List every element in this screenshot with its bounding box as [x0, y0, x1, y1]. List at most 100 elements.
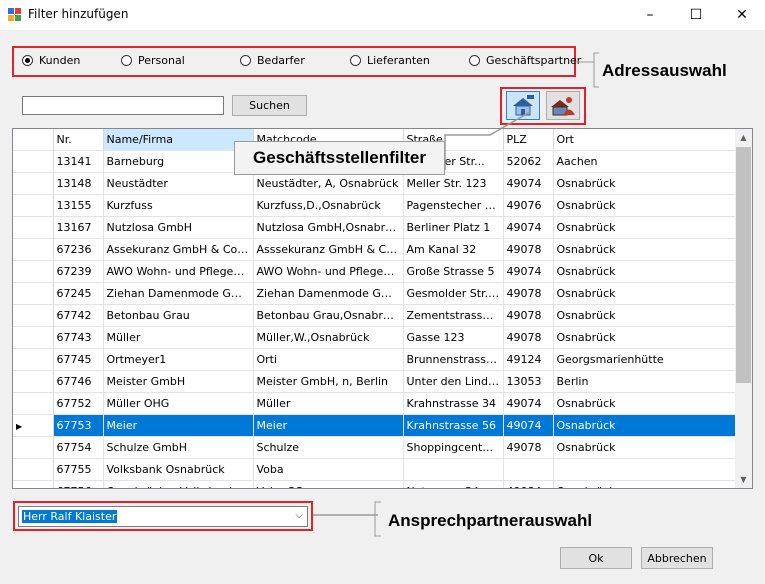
- cell-nr[interactable]: 67756: [53, 480, 104, 488]
- cell-nr[interactable]: 67239: [53, 260, 104, 283]
- row-header[interactable]: [13, 392, 54, 415]
- cell-strasse[interactable]: Natruper...34: [403, 480, 504, 488]
- cell-ort[interactable]: Osnabrück: [553, 282, 738, 305]
- table-row[interactable]: 13148 Neustädter Neustädter, A, Osnabrück M…: [13, 172, 738, 195]
- radio-dot[interactable]: [240, 55, 251, 66]
- radio-dot[interactable]: [469, 55, 480, 66]
- cell-matchcode[interactable]: Müller: [253, 392, 404, 415]
- cell-plz[interactable]: 49076: [503, 194, 554, 217]
- cell-strasse[interactable]: Gasse 123: [403, 326, 504, 349]
- cell-ort[interactable]: Osnabrück: [553, 194, 738, 217]
- table-row[interactable]: 67743 Müller Müller,W.,Osnabrück Gasse 123 4…: [13, 326, 738, 349]
- cell-ort[interactable]: Osnabrück: [553, 436, 738, 459]
- cell-strasse[interactable]: Unter den Linden 2: [403, 370, 504, 393]
- vertical-scrollbar[interactable]: ▲ ▼: [735, 129, 752, 488]
- cell-ort[interactable]: Osnabrück: [553, 216, 738, 239]
- table-row[interactable]: 67245Ziehan Damenmode GmbH ...Ziehan Dam…: [13, 282, 738, 305]
- maximize-button[interactable]: ☐: [673, 0, 719, 30]
- cell-ort[interactable]: Osnabrück: [553, 238, 738, 261]
- cell-name[interactable]: Müller: [103, 326, 254, 349]
- table-row[interactable]: 67745 Ortmeyer1 Orti Brunnenstrasse 1 49124 G…: [13, 348, 738, 371]
- cell-matchcode[interactable]: Meister GmbH, n, Berlin: [253, 370, 404, 393]
- cell-name[interactable]: Ortmeyer1: [103, 348, 254, 371]
- row-header[interactable]: [13, 216, 54, 239]
- cell-name[interactable]: Volksbank Osnabrück: [103, 458, 254, 481]
- table-row[interactable]: 13155 Kurzfuss Kurzfuss,D.,Osnabrück Pagens…: [13, 194, 738, 217]
- cell-plz[interactable]: 49074: [503, 414, 554, 437]
- minimize-button[interactable]: –: [627, 0, 673, 30]
- cell-nr[interactable]: 67746: [53, 370, 104, 393]
- cell-matchcode[interactable]: Neustädter, A, Osnabrück: [253, 172, 404, 195]
- cell-matchcode[interactable]: Nutzlosa GmbH,Osnabrück: [253, 216, 404, 239]
- cell-ort[interactable]: [553, 458, 738, 481]
- row-header[interactable]: [13, 370, 54, 393]
- cell-plz[interactable]: 49074: [503, 216, 554, 239]
- cell-strasse[interactable]: Am Kanal 32: [403, 238, 504, 261]
- row-header[interactable]: [13, 326, 54, 349]
- cell-matchcode[interactable]: Betonbau Grau,Osnabrück: [253, 304, 404, 327]
- cell-ort[interactable]: Osnabrück: [553, 304, 738, 327]
- scroll-down-arrow-icon[interactable]: ▼: [735, 471, 752, 488]
- cell-name[interactable]: Barneburg: [103, 150, 254, 173]
- row-header[interactable]: [13, 172, 54, 195]
- cell-nr[interactable]: 67754: [53, 436, 104, 459]
- cell-strasse[interactable]: Shoppingcenter ...: [403, 436, 504, 459]
- cell-nr[interactable]: 13167: [53, 216, 104, 239]
- cell-matchcode[interactable]: Schulze: [253, 436, 404, 459]
- cell-plz[interactable]: 49124: [503, 348, 554, 371]
- cell-nr[interactable]: 67753: [53, 414, 104, 437]
- cell-matchcode[interactable]: AWO Wohn- und Pflegehei...: [253, 260, 404, 283]
- cell-plz[interactable]: [503, 458, 554, 481]
- scroll-thumb[interactable]: [736, 147, 751, 383]
- cell-name[interactable]: Kurzfuss: [103, 194, 254, 217]
- contact-filter-button[interactable]: [546, 91, 580, 120]
- table-row[interactable]: 67755 Volksbank Osnabrück Voba: [13, 458, 738, 481]
- cell-nr[interactable]: 67752: [53, 392, 104, 415]
- cell-nr[interactable]: 67743: [53, 326, 104, 349]
- cell-nr[interactable]: 67236: [53, 238, 104, 261]
- cell-matchcode[interactable]: Meier: [253, 414, 404, 437]
- cell-strasse[interactable]: Pagenstecher Str...: [403, 194, 504, 217]
- row-header[interactable]: [13, 150, 54, 173]
- cell-plz[interactable]: 49078: [503, 436, 554, 459]
- cell-name[interactable]: Nutzlosa GmbH: [103, 216, 254, 239]
- cell-strasse[interactable]: Berliner Platz 1: [403, 216, 504, 239]
- cell-name[interactable]: AWO Wohn- und Pflegeheim: [103, 260, 254, 283]
- column-header-name[interactable]: Name/Firma: [103, 129, 254, 151]
- cell-nr[interactable]: 67245: [53, 282, 104, 305]
- ok-button[interactable]: Ok: [560, 547, 632, 569]
- cell-name[interactable]: Meister GmbH: [103, 370, 254, 393]
- row-header[interactable]: [13, 260, 54, 283]
- cell-nr[interactable]: 13155: [53, 194, 104, 217]
- cell-name[interactable]: Müller OHG: [103, 392, 254, 415]
- radio-personal[interactable]: Personal: [121, 54, 185, 67]
- cell-name[interactable]: Assekuranz GmbH & Co KG: [103, 238, 254, 261]
- cell-ort[interactable]: Osnabrück: [553, 480, 738, 488]
- table-row[interactable]: 67746 Meister GmbH Meister GmbH, n, Berlin…: [13, 370, 738, 393]
- row-header[interactable]: [13, 436, 54, 459]
- cell-ort[interactable]: Osnabrück: [553, 326, 738, 349]
- cell-matchcode[interactable]: Müller,W.,Osnabrück: [253, 326, 404, 349]
- cell-nr[interactable]: 13141: [53, 150, 104, 173]
- row-header[interactable]: [13, 194, 54, 217]
- table-row[interactable]: 67742 Betonbau Grau Betonbau Grau,Osnabrüc…: [13, 304, 738, 327]
- cell-name[interactable]: Betonbau Grau: [103, 304, 254, 327]
- cell-matchcode[interactable]: Voba: [253, 458, 404, 481]
- cell-name[interactable]: Meier: [103, 414, 254, 437]
- cell-strasse[interactable]: Krahnstrasse 56: [403, 414, 504, 437]
- table-row[interactable]: 13167 Nutzlosa GmbH Nutzlosa GmbH,Osnabrüc…: [13, 216, 738, 239]
- cancel-button[interactable]: Abbrechen: [641, 547, 713, 569]
- cell-strasse[interactable]: [403, 458, 504, 481]
- cell-matchcode[interactable]: Orti: [253, 348, 404, 371]
- data-grid[interactable]: Nr. Name/Firma Matchcode Straße PLZ Ort …: [12, 128, 753, 489]
- close-button[interactable]: ✕: [719, 0, 765, 30]
- cell-ort[interactable]: Osnabrück: [553, 414, 738, 437]
- cell-ort[interactable]: Aachen: [553, 150, 738, 173]
- cell-ort[interactable]: Berlin: [553, 370, 738, 393]
- cell-name[interactable]: Schulze GmbH: [103, 436, 254, 459]
- row-header[interactable]: [13, 238, 54, 261]
- table-row[interactable]: 67236 Assekuranz GmbH & Co KG Asssekuranz …: [13, 238, 738, 261]
- scroll-up-arrow-icon[interactable]: ▲: [735, 129, 752, 146]
- cell-nr[interactable]: 67742: [53, 304, 104, 327]
- cell-ort[interactable]: Georgsmarienhütte: [553, 348, 738, 371]
